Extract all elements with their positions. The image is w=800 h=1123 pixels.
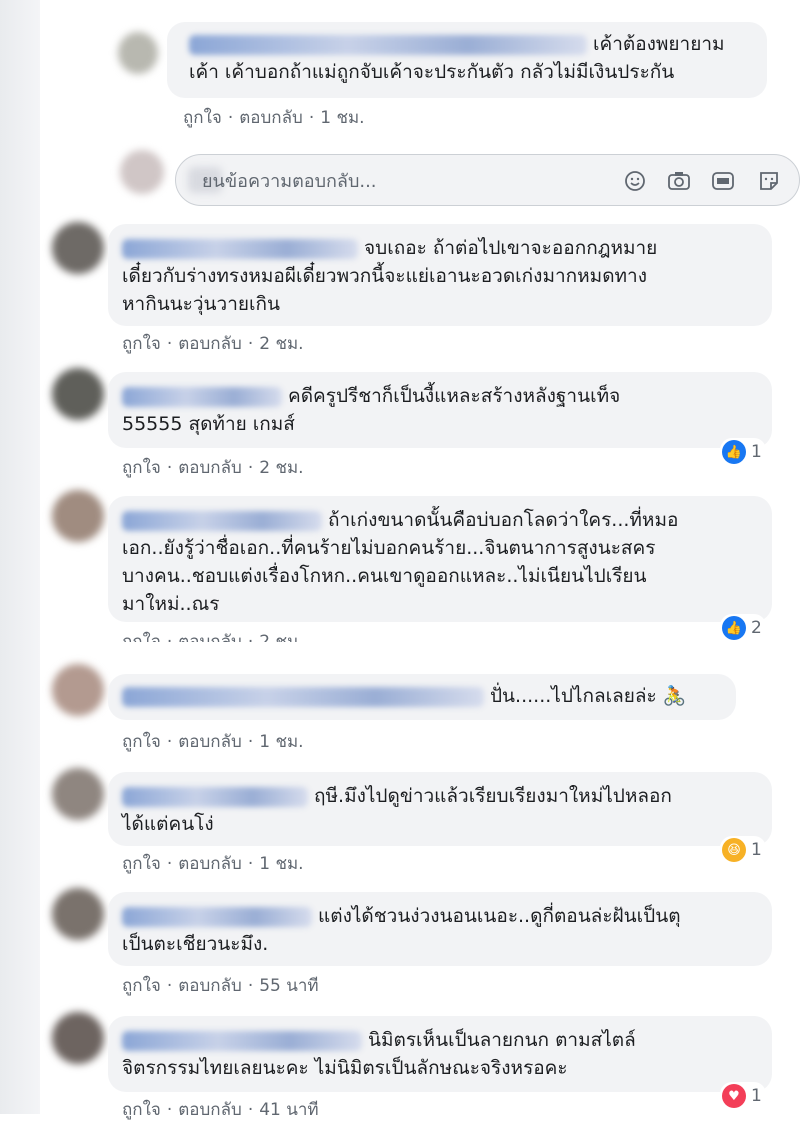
author-name[interactable] <box>122 786 308 807</box>
avatar[interactable] <box>52 664 104 716</box>
comment-actions: ถูกใจ · ตอบกลับ · 1 ชม. <box>183 108 365 128</box>
reply-link[interactable]: ตอบกลับ <box>178 458 242 478</box>
reply-box <box>175 154 800 206</box>
comment-actions: ถูกใจ · ตอบกลับ · 2 ชม. <box>122 334 304 354</box>
comment-text: เดี๋ยวกับร่างทรงหมอผีเดี๋ยวพวกนี้จะแย่เอ… <box>122 265 648 287</box>
emoji-icon[interactable] <box>622 168 648 194</box>
reply-link[interactable]: ตอบกลับ <box>239 108 303 128</box>
comment-bubble: ฤษี.มึงไปดูข่าวแล้วเรียบเรียงมาใหม่ไปหลอ… <box>108 772 772 846</box>
comment-text: ได้แต่คนโง่ <box>122 813 214 835</box>
camera-icon[interactable] <box>666 168 692 194</box>
like-link[interactable]: ถูกใจ <box>122 976 161 996</box>
reaction-summary[interactable]: 👍 1 <box>720 438 766 466</box>
timestamp[interactable]: 1 ชม. <box>320 108 364 128</box>
comment-text: แต่งได้ชวนง่วงนอนเนอะ..ดูกี่ตอนล่ะฝันเป็… <box>318 905 681 927</box>
love-reaction-icon: ♥ <box>722 1084 746 1108</box>
author-name[interactable] <box>122 686 484 707</box>
comment-text: ปั่น......ไปไกลเลยล่ะ 🚴 <box>490 685 687 707</box>
reply-link[interactable]: ตอบกลับ <box>178 976 242 996</box>
comment-actions: ถูกใจ · ตอบกลับ · 2 ชม. <box>122 458 304 478</box>
comment-text: มาใหม่..ณร <box>122 593 220 615</box>
author-name[interactable] <box>122 1030 362 1051</box>
like-link[interactable]: ถูกใจ <box>122 854 161 874</box>
comment-actions: ถูกใจ · ตอบกลับ · 2 ชม. <box>122 628 304 642</box>
comment-bubble: นิมิตรเห็นเป็นลายกนก ตามสไตล์ จิตรกรรมไท… <box>108 1016 772 1092</box>
timestamp[interactable]: 41 นาที <box>259 1100 318 1120</box>
comment-text: หากินนะวุ่นวายเกิน <box>122 293 280 315</box>
comment-text: เค้า เค้าบอกถ้าแม่ถูกจับเค้าจะประกันตัว … <box>189 61 675 83</box>
comment-text: นิมิตรเห็นเป็นลายกนก ตามสไตล์ <box>368 1029 636 1051</box>
comment-actions: ถูกใจ · ตอบกลับ · 55 นาที <box>122 976 319 996</box>
comment-text: ถ้าเก่งขนาดนั้นคือบ่บอกโลดว่าใคร...ที่หม… <box>328 509 679 531</box>
reaction-summary[interactable]: ♥ 1 <box>720 1082 766 1110</box>
timestamp[interactable]: 2 ชม. <box>259 458 303 478</box>
like-reaction-icon: 👍 <box>722 440 746 464</box>
avatar[interactable] <box>118 32 158 74</box>
comment-bubble: จบเถอะ ถ้าต่อไปเขาจะออกกฎหมาย เดี๋ยวกับร… <box>108 224 772 326</box>
author-name[interactable] <box>189 34 587 55</box>
timestamp[interactable]: 2 ชม. <box>259 334 303 354</box>
avatar[interactable] <box>52 222 104 274</box>
reply-link[interactable]: ตอบกลับ <box>178 334 242 354</box>
comment-actions: ถูกใจ · ตอบกลับ · 41 นาที <box>122 1100 319 1120</box>
timestamp[interactable]: 1 ชม. <box>259 732 303 752</box>
comment-text: จิตรกรรมไทยเลยนะคะ ไม่นิมิตรเป็นลักษณะจร… <box>122 1057 568 1079</box>
comment-text: บางคน..ชอบแต่งเรื่องโกหก..คนเขาดูออกแหละ… <box>122 565 647 587</box>
like-link[interactable]: ถูกใจ <box>122 334 161 354</box>
comment-text: เค้าต้องพยายาม <box>593 33 725 55</box>
avatar[interactable] <box>52 768 104 820</box>
avatar[interactable] <box>52 368 104 420</box>
author-name[interactable] <box>122 906 312 927</box>
comment-text: เอก..ยังรู้ว่าชื่อเอก..ที่คนร้ายไม่บอกคน… <box>122 537 656 559</box>
sticker-icon[interactable] <box>756 168 782 194</box>
reply-input[interactable] <box>200 165 594 197</box>
comment-text: เป็นตะเชียวนะมึง. <box>122 933 269 955</box>
gif-icon[interactable] <box>710 168 736 194</box>
author-name[interactable] <box>122 386 282 407</box>
like-link[interactable]: ถูกใจ <box>122 732 161 752</box>
reaction-summary[interactable]: 👍 2 <box>720 614 766 642</box>
timestamp[interactable]: 2 ชม. <box>259 632 303 642</box>
comment-text: คดีครูปรีชาก็เป็นงี้แหละสร้างหลังฐานเท็จ <box>288 385 621 407</box>
like-link[interactable]: ถูกใจ <box>122 632 161 642</box>
left-page-strip <box>0 0 40 1114</box>
reply-link[interactable]: ตอบกลับ <box>178 732 242 752</box>
comment-text: จบเถอะ ถ้าต่อไปเขาจะออกกฎหมาย <box>364 237 658 259</box>
avatar[interactable] <box>52 490 104 542</box>
haha-reaction-icon: 😆 <box>722 838 746 862</box>
comment-text: ฤษี.มึงไปดูข่าวแล้วเรียบเรียงมาใหม่ไปหลอ… <box>314 785 672 807</box>
avatar[interactable] <box>52 1012 104 1064</box>
comment-actions: ถูกใจ · ตอบกลับ · 1 ชม. <box>122 854 304 874</box>
comment-actions: ถูกใจ · ตอบกลับ · 1 ชม. <box>122 732 304 752</box>
timestamp[interactable]: 55 นาที <box>259 976 318 996</box>
reply-link[interactable]: ตอบกลับ <box>178 854 242 874</box>
reply-link[interactable]: ตอบกลับ <box>178 632 242 642</box>
comment-bubble: ปั่น......ไปไกลเลยล่ะ 🚴 <box>108 674 736 720</box>
like-link[interactable]: ถูกใจ <box>183 108 222 128</box>
reaction-summary[interactable]: 😆 1 <box>720 836 766 864</box>
current-user-avatar <box>120 150 164 194</box>
like-link[interactable]: ถูกใจ <box>122 458 161 478</box>
author-name[interactable] <box>122 510 322 531</box>
comment-bubble: เค้าต้องพยายาม เค้า เค้าบอกถ้าแม่ถูกจับเ… <box>167 22 767 98</box>
like-reaction-icon: 👍 <box>722 616 746 640</box>
like-link[interactable]: ถูกใจ <box>122 1100 161 1120</box>
timestamp[interactable]: 1 ชม. <box>259 854 303 874</box>
comment-bubble: คดีครูปรีชาก็เป็นงี้แหละสร้างหลังฐานเท็จ… <box>108 372 772 448</box>
author-name[interactable] <box>122 238 358 259</box>
comment-bubble: ถ้าเก่งขนาดนั้นคือบ่บอกโลดว่าใคร...ที่หม… <box>108 496 772 622</box>
comment-bubble: แต่งได้ชวนง่วงนอนเนอะ..ดูกี่ตอนล่ะฝันเป็… <box>108 892 772 966</box>
avatar[interactable] <box>52 888 104 940</box>
reply-link[interactable]: ตอบกลับ <box>178 1100 242 1120</box>
comment-text: 55555 สุดท้าย เกมส์ <box>122 413 295 435</box>
